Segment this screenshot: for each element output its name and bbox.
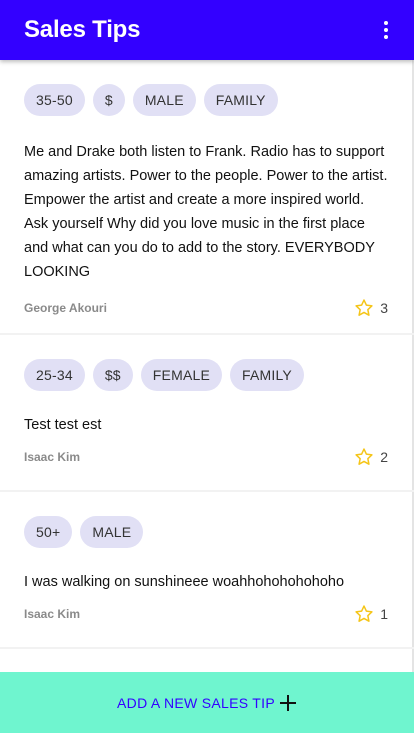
tip-author: George Akouri (24, 301, 107, 315)
star-icon (355, 448, 373, 465)
tag-chip[interactable]: 50+ (24, 516, 73, 548)
add-sales-tip-button[interactable]: ADD A NEW SALES TIP (0, 672, 414, 733)
star-icon (355, 605, 373, 622)
tips-feed[interactable]: 35-50 $ MALE FAMILY Me and Drake both li… (0, 60, 414, 672)
tag-chip[interactable]: FAMILY (203, 84, 278, 116)
add-sales-tip-label: ADD A NEW SALES TIP (117, 694, 275, 711)
tag-chip[interactable]: FAMILY (230, 359, 304, 391)
star-icon (355, 299, 373, 316)
tip-text: I was walking on sunshineee woahhohohoho… (24, 574, 345, 590)
tag-list: 50+ MALE (24, 516, 388, 550)
tag-chip[interactable]: $ (92, 84, 125, 116)
tip-author: Isaac Kim (24, 450, 81, 464)
tip-card[interactable]: 25-34 $$ FEMALE FAMILY Test test est Isa… (0, 335, 414, 490)
tip-card[interactable]: 50+ MALE I was walking on sunshineee woa… (0, 492, 414, 647)
tag-chip[interactable]: MALE (132, 84, 196, 116)
page-title: Sales Tips (24, 16, 141, 43)
star-count: 2 (380, 449, 388, 465)
tag-chip[interactable]: FEMALE (140, 359, 223, 391)
more-vert-icon[interactable] (374, 12, 398, 48)
tip-meta: Isaac Kim 1 (24, 604, 388, 624)
tag-list: 25-34 $$ FEMALE FAMILY (24, 359, 388, 393)
star-rating-button[interactable]: 2 (354, 447, 388, 467)
star-rating-button[interactable]: 1 (354, 604, 388, 624)
star-rating-button[interactable]: 3 (354, 298, 388, 318)
star-count: 3 (380, 300, 388, 316)
tip-card-partial[interactable] (0, 649, 414, 672)
tip-author: Isaac Kim (24, 607, 81, 621)
tip-meta: Isaac Kim 2 (24, 447, 388, 467)
tip-text: Me and Drake both listen to Frank. Radio… (24, 144, 388, 280)
tag-chip[interactable]: 25-34 (24, 359, 85, 391)
tag-chip[interactable]: $$ (92, 359, 133, 391)
star-count: 1 (380, 606, 388, 622)
tip-card[interactable]: 35-50 $ MALE FAMILY Me and Drake both li… (0, 60, 414, 333)
tag-chip[interactable]: 35-50 (24, 84, 85, 116)
app-screen: Sales Tips 35-50 $ MALE FAMILY Me and Dr… (0, 0, 414, 733)
tag-list: 35-50 $ MALE FAMILY (24, 84, 388, 118)
tip-meta: George Akouri 3 (24, 298, 388, 318)
plus-icon (279, 694, 296, 711)
tag-chip[interactable]: MALE (80, 516, 144, 548)
app-bar: Sales Tips (0, 0, 414, 60)
tip-text: Test test est (24, 417, 102, 433)
